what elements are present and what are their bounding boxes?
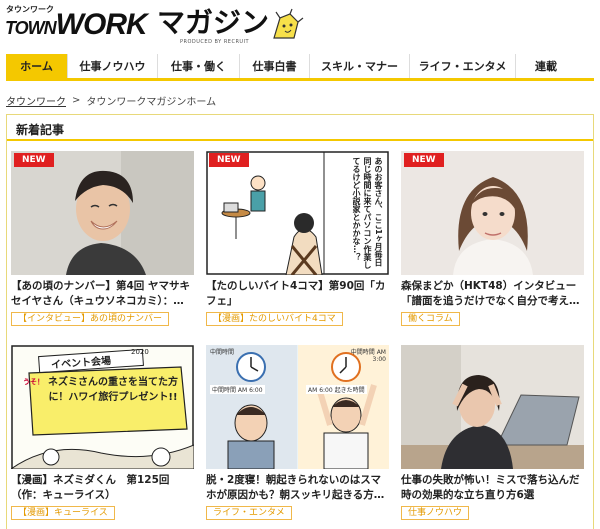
nav-series[interactable]: 連載 bbox=[516, 54, 576, 78]
nav-home[interactable]: ホーム bbox=[6, 54, 68, 78]
article-thumbnail[interactable]: NEW bbox=[401, 151, 584, 275]
townwork-logo[interactable]: TOWNWORK bbox=[5, 8, 148, 43]
article-tag[interactable]: 【漫画】たのしいバイト4コマ bbox=[206, 312, 343, 326]
article-tag[interactable]: 【インタビュー】あの頃のナンバー bbox=[11, 312, 170, 326]
article-tag[interactable]: ライフ・エンタメ bbox=[206, 506, 292, 520]
new-badge: NEW bbox=[209, 153, 249, 167]
article-thumbnail[interactable]: NEW bbox=[11, 151, 194, 275]
article-title[interactable]: 森保まどか（HKT48）インタビュー「譜面を追うだけでなく自分で考え… bbox=[401, 279, 584, 309]
breadcrumb-separator: > bbox=[72, 95, 81, 106]
clock-label-left-top: 中間時間 bbox=[210, 349, 235, 356]
article-tag[interactable]: 【漫画】キューライス bbox=[11, 506, 115, 520]
article-title[interactable]: 仕事の失敗が怖い！ミスで落ち込んだ時の効果的な立ち直り方6選 bbox=[401, 473, 584, 503]
article-tag[interactable]: 働くコラム bbox=[401, 312, 460, 326]
nav-life-entertainment[interactable]: ライフ・エンタメ bbox=[410, 54, 516, 78]
breadcrumb: タウンワーク > タウンワークマガジンホーム bbox=[6, 93, 216, 108]
mascot-icon bbox=[273, 8, 304, 39]
clock-label-left-bottom: 中間時間 AM 6:00 bbox=[210, 385, 265, 394]
logo-work: WORK bbox=[55, 8, 148, 41]
breadcrumb-home-link[interactable]: タウンワーク bbox=[6, 93, 66, 108]
main-nav: ホーム 仕事ノウハウ 仕事・働く 仕事白書 スキル・マナー ライフ・エンタメ 連… bbox=[6, 54, 594, 81]
breadcrumb-current: タウンワークマガジンホーム bbox=[86, 97, 217, 108]
nav-work-whitepaper[interactable]: 仕事白書 bbox=[240, 54, 310, 78]
logo-magazine[interactable]: マガジン bbox=[157, 6, 269, 40]
clock-label-right-top: 中間時間 AM 3:00 bbox=[350, 349, 386, 363]
article-thumbnail[interactable] bbox=[401, 345, 584, 469]
article-thumbnail[interactable]: 中間時間 中間時間 AM 6:00 中間時間 AM 3:00 AM 6:00 起… bbox=[206, 345, 389, 469]
section-header: 新着記事 bbox=[7, 115, 593, 141]
article-title[interactable]: 【あの頃のナンバー】第4回 ヤマサキセイヤさん（キュウソネコカミ）：… bbox=[11, 279, 194, 309]
nav-work[interactable]: 仕事・働く bbox=[158, 54, 240, 78]
comic-speech-text: あのお客さん、ここ1ヶ月毎日同じ時間に来てパソコン作業してるけど小説家とかかな…… bbox=[352, 157, 383, 269]
comic-exclaim: うそ！ bbox=[23, 378, 44, 386]
photo-woman-stressed bbox=[401, 345, 584, 469]
comic-bubble-text: ネズミさんの重さを当てた方に！ハワイ旅行プレゼント!! bbox=[48, 377, 178, 403]
clock-label-right-bottom: AM 6:00 起きた時間 bbox=[306, 385, 367, 394]
nav-job-knowhow[interactable]: 仕事ノウハウ bbox=[68, 54, 158, 78]
article-thumbnail[interactable]: 2020 イベント会場 うそ！ ネズミさんの重さを当てた方に！ハワイ旅行プレゼン… bbox=[11, 345, 194, 469]
photo-man-laughing bbox=[11, 151, 194, 275]
site-header: タウンワーク TOWNWORK マガジン PRODUCED BY RECRUIT bbox=[0, 0, 600, 50]
illustration-sleep-clocks bbox=[206, 345, 389, 469]
section-title: 新着記事 bbox=[16, 123, 65, 137]
new-badge: NEW bbox=[14, 153, 54, 167]
logo-recruit: PRODUCED BY RECRUIT bbox=[180, 39, 250, 45]
article-title[interactable]: 【たのしいバイト4コマ】第90回「カフェ」 bbox=[206, 279, 389, 309]
article-title[interactable]: 脱・2度寝！朝起きられないのはスマホが原因かも？朝スッキリ起きる方… bbox=[206, 473, 389, 503]
logo-town: TOWN bbox=[5, 18, 57, 38]
article-thumbnail[interactable]: あのお客さん、ここ1ヶ月毎日同じ時間に来てパソコン作業してるけど小説家とかかな…… bbox=[206, 151, 389, 275]
comic-year: 2020 bbox=[131, 348, 149, 356]
photo-woman-portrait bbox=[401, 151, 584, 275]
article-tag[interactable]: 仕事ノウハウ bbox=[401, 506, 470, 520]
new-badge: NEW bbox=[404, 153, 444, 167]
article-title[interactable]: 【漫画】ネズミダくん 第125回（作：キューライス） bbox=[11, 473, 194, 503]
nav-skill-manner[interactable]: スキル・マナー bbox=[310, 54, 410, 78]
